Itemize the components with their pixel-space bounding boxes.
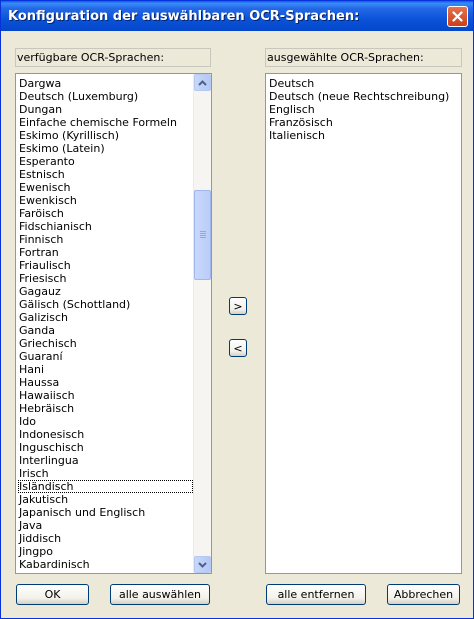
cancel-button-label: Abbrechen	[393, 588, 454, 601]
scroll-down-button[interactable]	[194, 556, 211, 573]
available-language-item[interactable]: Friaulisch	[18, 259, 193, 272]
chevron-left-icon: <	[233, 341, 243, 355]
available-language-item[interactable]: Einfache chemische Formeln	[18, 116, 193, 129]
add-language-button[interactable]: >	[229, 297, 247, 315]
selected-language-item[interactable]: Französisch	[268, 116, 461, 129]
available-language-item[interactable]: Dungan	[18, 103, 193, 116]
scroll-up-button[interactable]	[194, 74, 211, 91]
available-language-item[interactable]: Guaraní	[18, 350, 193, 363]
arrow-down-icon	[198, 561, 207, 568]
available-language-item[interactable]: Deutsch (Luxemburg)	[18, 90, 193, 103]
available-language-item[interactable]: Inguschisch	[18, 441, 193, 454]
available-language-item[interactable]: Esperanto	[18, 155, 193, 168]
ok-button-label: OK	[44, 588, 61, 601]
available-language-item[interactable]: Hani	[18, 363, 193, 376]
available-language-item[interactable]: Jiddisch	[18, 532, 193, 545]
available-language-item[interactable]: Indonesisch	[18, 428, 193, 441]
selected-languages-list[interactable]: Deutsch Deutsch (neue Rechtschreibung) Eng…	[265, 73, 462, 574]
available-languages-list[interactable]: Dargwa Deutsch (Luxemburg) Dungan Einfache …	[15, 73, 212, 574]
remove-all-button-label: alle entfernen	[277, 588, 355, 601]
title-bar[interactable]: Konfiguration der auswählbaren OCR-Sprac…	[1, 1, 473, 31]
available-language-item[interactable]: Japanisch und Englisch	[18, 506, 193, 519]
select-all-button[interactable]: alle auswählen	[110, 584, 210, 605]
available-language-item[interactable]: Friesisch	[18, 272, 193, 285]
dialog-window: Konfiguration der auswählbaren OCR-Sprac…	[0, 0, 474, 619]
available-languages-label: verfügbare OCR-Sprachen:	[15, 48, 211, 67]
close-icon	[452, 11, 463, 22]
select-all-button-label: alle auswählen	[118, 588, 202, 601]
available-language-item[interactable]: Eskimo (Latein)	[18, 142, 193, 155]
available-language-item[interactable]: Finnisch	[18, 233, 193, 246]
available-language-item[interactable]: Fidschianisch	[18, 220, 193, 233]
close-button[interactable]	[447, 6, 468, 27]
available-language-item[interactable]: Gälisch (Schottland)	[18, 298, 193, 311]
ok-button[interactable]: OK	[16, 584, 89, 605]
selected-language-item[interactable]: Englisch	[268, 103, 461, 116]
available-language-item[interactable]: Fortran	[18, 246, 193, 259]
available-language-item[interactable]: Ganda	[18, 324, 193, 337]
available-language-item[interactable]: Gagauz	[18, 285, 193, 298]
available-language-item[interactable]: Haussa	[18, 376, 193, 389]
available-language-item[interactable]: Ido	[18, 415, 193, 428]
selected-items: Deutsch Deutsch (neue Rechtschreibung) Eng…	[268, 77, 461, 142]
remove-language-button[interactable]: <	[229, 339, 247, 357]
available-language-item[interactable]: Galizisch	[18, 311, 193, 324]
available-language-item[interactable]: Dargwa	[18, 77, 193, 90]
selected-language-item[interactable]: Deutsch	[268, 77, 461, 90]
cancel-button[interactable]: Abbrechen	[387, 584, 460, 605]
available-language-item[interactable]: Estnisch	[18, 168, 193, 181]
available-language-item[interactable]: Jingpo	[18, 545, 193, 558]
available-language-item[interactable]: Jakutisch	[18, 493, 193, 506]
available-language-item[interactable]: Eskimo (Kyrillisch)	[18, 129, 193, 142]
available-language-item[interactable]: Java	[18, 519, 193, 532]
scrollbar-thumb[interactable]	[194, 190, 211, 280]
available-language-item[interactable]: Ewenkisch	[18, 194, 193, 207]
selected-language-item[interactable]: Italienisch	[268, 129, 461, 142]
window-title: Konfiguration der auswählbaren OCR-Sprac…	[8, 9, 360, 24]
chevron-right-icon: >	[233, 299, 243, 313]
available-language-item[interactable]: Ewenisch	[18, 181, 193, 194]
selected-languages-label: ausgewählte OCR-Sprachen:	[265, 48, 462, 67]
available-language-item[interactable]: Isländisch	[18, 480, 193, 493]
available-language-item[interactable]: Kabardinisch	[18, 558, 193, 571]
available-language-item[interactable]: Hebräisch	[18, 402, 193, 415]
available-language-item[interactable]: Interlingua	[18, 454, 193, 467]
available-language-item[interactable]: Hawaiisch	[18, 389, 193, 402]
arrow-up-icon	[198, 79, 207, 86]
available-items: Dargwa Deutsch (Luxemburg) Dungan Einfache …	[18, 77, 193, 571]
available-list-scrollbar[interactable]	[193, 74, 211, 573]
available-language-item[interactable]: Irisch	[18, 467, 193, 480]
available-language-item[interactable]: Faröisch	[18, 207, 193, 220]
available-language-item[interactable]: Griechisch	[18, 337, 193, 350]
remove-all-button[interactable]: alle entfernen	[266, 584, 366, 605]
selected-language-item[interactable]: Deutsch (neue Rechtschreibung)	[268, 90, 461, 103]
